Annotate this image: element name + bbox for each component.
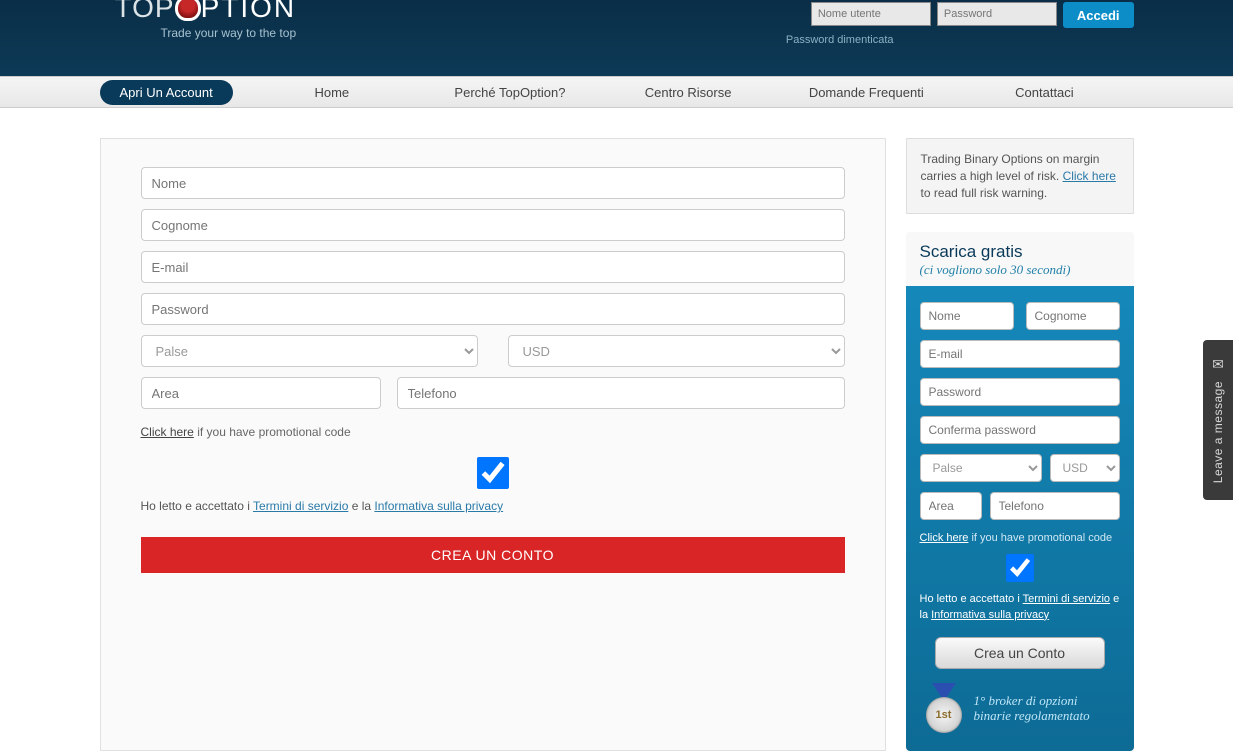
- side-consent: Ho letto e accettato i Termini di serviz…: [920, 554, 1120, 623]
- username-input[interactable]: [811, 2, 931, 26]
- login-button[interactable]: Accedi: [1063, 2, 1134, 28]
- promo-text: Click here if you have promotional code: [141, 425, 845, 439]
- side-subtitle: (ci vogliono solo 30 secondi): [920, 262, 1120, 278]
- surname-input[interactable]: [141, 209, 845, 241]
- country-select[interactable]: Palse: [141, 335, 478, 367]
- side-country-select[interactable]: Palse: [920, 454, 1042, 482]
- nav-faq[interactable]: Domande Frequenti: [777, 79, 955, 106]
- medal-text: 1° broker di opzioni binarie regolamenta…: [974, 693, 1116, 724]
- navbar: Apri Un Account Home Perché TopOption? C…: [0, 76, 1233, 108]
- chat-tab[interactable]: ✉ Leave a message: [1203, 340, 1233, 500]
- sidebar: Trading Binary Options on margin carries…: [906, 138, 1134, 751]
- side-signup-form: Scarica gratis (ci vogliono solo 30 seco…: [906, 232, 1134, 751]
- phone-input[interactable]: [397, 377, 845, 409]
- side-area-input[interactable]: [920, 492, 982, 520]
- signup-form: Palse USD Click here if you have promoti…: [100, 138, 886, 751]
- logo-o-icon: [175, 0, 201, 21]
- nav-contact[interactable]: Contattaci: [955, 79, 1133, 106]
- side-create-button[interactable]: Crea un Conto: [935, 637, 1105, 669]
- medal-icon: 1st: [924, 683, 964, 733]
- side-privacy-link[interactable]: Informativa sulla privacy: [931, 609, 1049, 621]
- medal-row: 1st 1° broker di opzioni binarie regolam…: [920, 683, 1120, 733]
- logo-rest: PTION: [201, 0, 297, 23]
- currency-select[interactable]: USD: [508, 335, 845, 367]
- privacy-link[interactable]: Informativa sulla privacy: [374, 499, 503, 513]
- risk-warning: Trading Binary Options on margin carries…: [906, 138, 1134, 214]
- create-account-button[interactable]: CREA UN CONTO: [141, 537, 845, 573]
- envelope-icon: ✉: [1212, 356, 1224, 373]
- nav-resources[interactable]: Centro Risorse: [599, 79, 777, 106]
- consent-checkbox[interactable]: [141, 457, 845, 489]
- nav-home[interactable]: Home: [243, 79, 421, 106]
- forgot-password-link[interactable]: Password dimenticata: [786, 34, 894, 46]
- side-header: Scarica gratis (ci vogliono solo 30 seco…: [906, 232, 1134, 286]
- side-terms-link[interactable]: Termini di servizio: [1023, 593, 1110, 605]
- terms-link[interactable]: Termini di servizio: [253, 499, 348, 513]
- consent-row: Ho letto e accettato i Termini di serviz…: [141, 457, 845, 513]
- side-consent-checkbox[interactable]: [920, 554, 1120, 582]
- risk-link[interactable]: Click here: [1063, 169, 1116, 183]
- nav-open-account[interactable]: Apri Un Account: [100, 80, 233, 105]
- side-password-input[interactable]: [920, 378, 1120, 406]
- password-field[interactable]: [141, 293, 845, 325]
- side-surname-input[interactable]: [1026, 302, 1120, 330]
- side-currency-select[interactable]: USD: [1050, 454, 1120, 482]
- logo[interactable]: TOP PTION Trade your way to the top: [115, 0, 297, 40]
- name-input[interactable]: [141, 167, 845, 199]
- password-input[interactable]: [937, 2, 1057, 26]
- promo-link[interactable]: Click here: [141, 425, 194, 439]
- main-container: Palse USD Click here if you have promoti…: [100, 138, 1134, 751]
- side-promo-link[interactable]: Click here: [920, 532, 969, 544]
- side-phone-input[interactable]: [990, 492, 1120, 520]
- chat-tab-label: Leave a message: [1211, 381, 1225, 483]
- side-title: Scarica gratis: [920, 242, 1120, 262]
- side-confirm-password-input[interactable]: [920, 416, 1120, 444]
- header: TOP PTION Trade your way to the top Acced…: [0, 0, 1233, 76]
- side-email-input[interactable]: [920, 340, 1120, 368]
- nav-why[interactable]: Perché TopOption?: [421, 79, 599, 106]
- area-input[interactable]: [141, 377, 381, 409]
- email-input[interactable]: [141, 251, 845, 283]
- login-box: Accedi: [811, 2, 1134, 28]
- side-name-input[interactable]: [920, 302, 1014, 330]
- tagline: Trade your way to the top: [115, 26, 297, 40]
- side-promo: Click here if you have promotional code: [920, 532, 1120, 544]
- logo-top: TOP: [115, 0, 175, 23]
